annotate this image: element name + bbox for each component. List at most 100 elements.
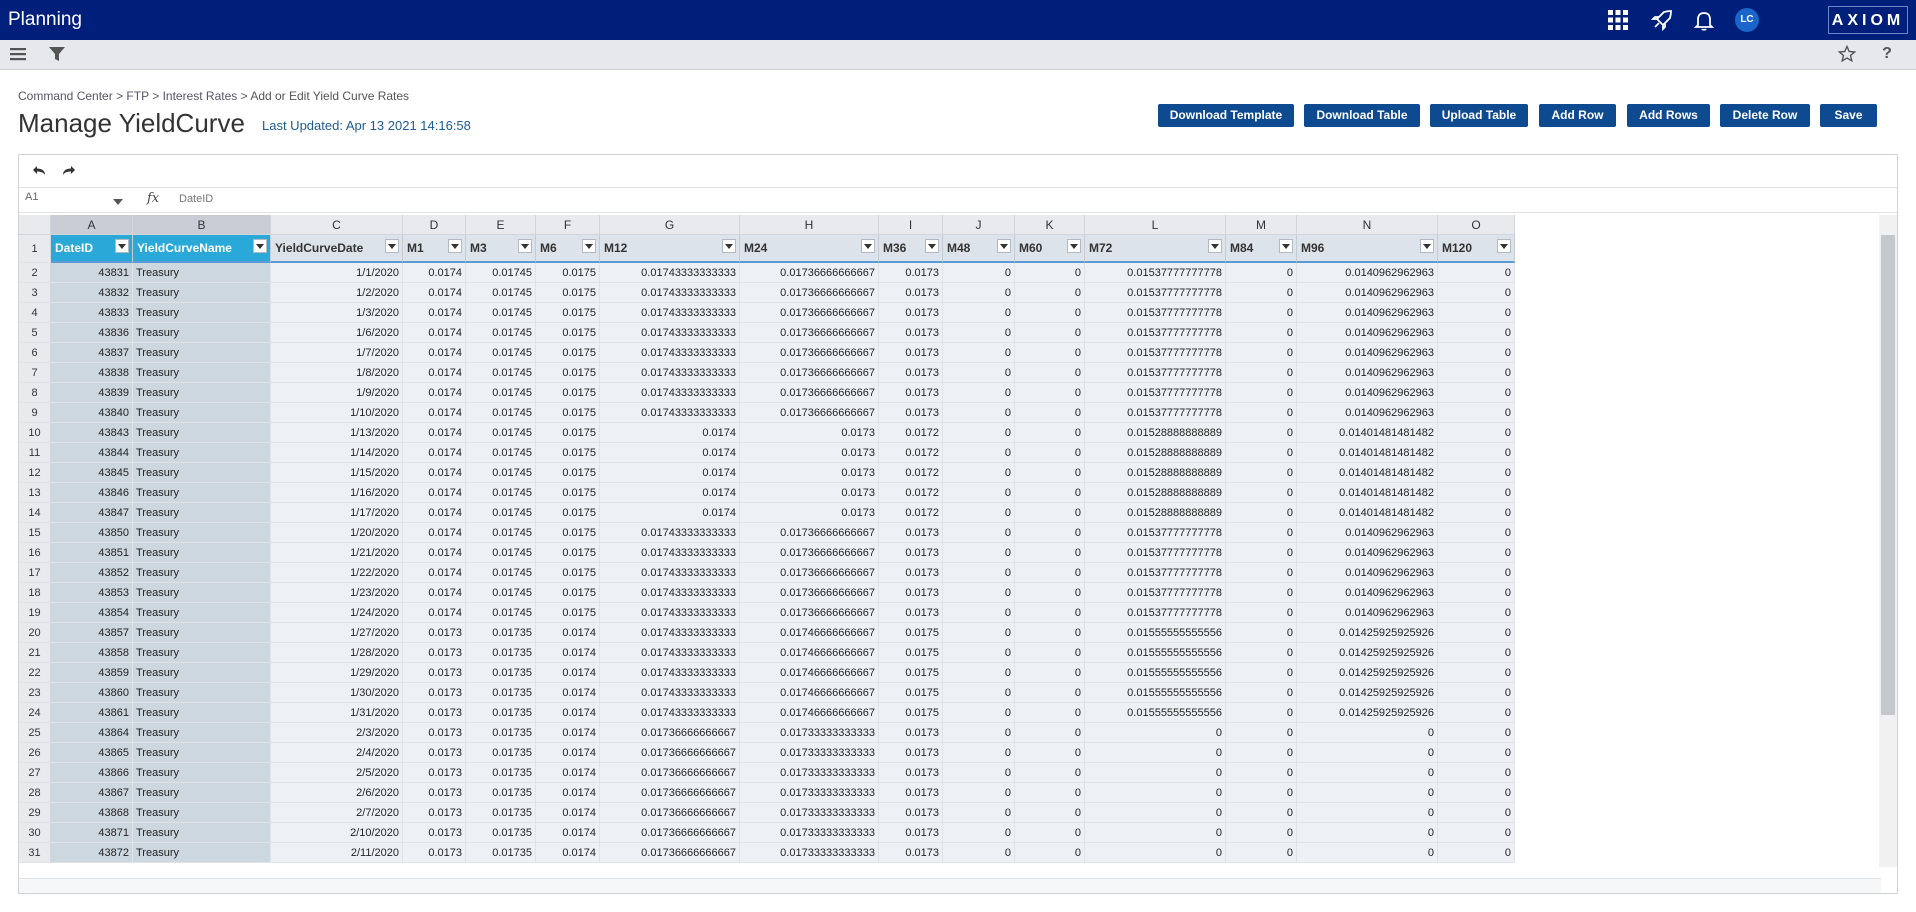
table-cell[interactable]: 0 — [1015, 583, 1085, 603]
table-cell[interactable]: 0.01733333333333 — [740, 843, 879, 863]
table-cell[interactable]: 0.01537777777778 — [1085, 263, 1226, 283]
table-cell[interactable]: 0.01743333333333 — [600, 623, 740, 643]
table-cell[interactable]: 0.01735 — [466, 683, 536, 703]
table-cell[interactable]: 0.01528888888889 — [1085, 503, 1226, 523]
table-cell[interactable]: 0 — [943, 343, 1015, 363]
row-header[interactable]: 8 — [19, 383, 51, 403]
table-cell[interactable]: 0.01743333333333 — [600, 543, 740, 563]
table-cell[interactable]: 0 — [1085, 803, 1226, 823]
row-header[interactable]: 14 — [19, 503, 51, 523]
table-cell[interactable]: 0 — [1226, 283, 1297, 303]
table-cell[interactable]: 0 — [1297, 843, 1438, 863]
table-cell[interactable]: 0.01735 — [466, 843, 536, 863]
table-cell[interactable]: 0.0174 — [536, 723, 600, 743]
table-cell[interactable]: 0.01537777777778 — [1085, 343, 1226, 363]
table-cell[interactable]: 0.0172 — [879, 423, 943, 443]
table-cell[interactable]: 0.0174 — [600, 503, 740, 523]
table-cell[interactable]: 0.0173 — [879, 303, 943, 323]
column-header-g[interactable]: G — [600, 215, 740, 235]
add-rows-button[interactable]: Add Rows — [1627, 104, 1710, 127]
table-cell[interactable]: 43836 — [51, 323, 133, 343]
table-cell[interactable]: 0 — [1015, 323, 1085, 343]
row-header[interactable]: 5 — [19, 323, 51, 343]
table-cell[interactable]: 0.01745 — [466, 443, 536, 463]
table-cell[interactable]: 1/1/2020 — [271, 263, 403, 283]
table-cell[interactable]: 0.0172 — [879, 503, 943, 523]
table-cell[interactable]: 0 — [943, 283, 1015, 303]
table-cell[interactable]: 43859 — [51, 663, 133, 683]
table-cell[interactable]: 0 — [1438, 743, 1515, 763]
table-cell[interactable]: 0 — [943, 623, 1015, 643]
filter-dropdown-icon[interactable] — [448, 239, 462, 253]
table-cell[interactable]: 0.0174 — [403, 523, 466, 543]
table-cell[interactable]: 0.0173 — [879, 343, 943, 363]
table-cell[interactable]: 0.0174 — [536, 683, 600, 703]
table-cell[interactable]: 0 — [943, 503, 1015, 523]
table-cell[interactable]: 0 — [1015, 463, 1085, 483]
table-cell[interactable]: Treasury — [133, 523, 271, 543]
table-cell[interactable]: 0 — [1297, 743, 1438, 763]
filter-dropdown-icon[interactable] — [1279, 239, 1293, 253]
table-cell[interactable]: 43843 — [51, 423, 133, 443]
table-cell[interactable]: 0.0173 — [403, 823, 466, 843]
table-cell[interactable]: 0.0173 — [879, 823, 943, 843]
field-header-m84[interactable]: M84 — [1226, 235, 1297, 263]
table-cell[interactable]: 0 — [1438, 703, 1515, 723]
table-cell[interactable]: 0.01743333333333 — [600, 343, 740, 363]
table-cell[interactable]: 0.0174 — [536, 763, 600, 783]
table-cell[interactable]: 0 — [1015, 443, 1085, 463]
name-box[interactable]: A1 — [25, 191, 38, 203]
table-cell[interactable]: 0.0173 — [879, 263, 943, 283]
table-cell[interactable]: 43832 — [51, 283, 133, 303]
table-cell[interactable]: 0.0173 — [879, 603, 943, 623]
table-cell[interactable]: 43866 — [51, 763, 133, 783]
help-icon[interactable]: ? — [1878, 45, 1896, 63]
table-cell[interactable]: 1/9/2020 — [271, 383, 403, 403]
table-cell[interactable]: 0.0174 — [403, 483, 466, 503]
table-cell[interactable]: 0 — [1438, 803, 1515, 823]
table-cell[interactable]: 0 — [1085, 783, 1226, 803]
table-cell[interactable]: 0.0175 — [536, 563, 600, 583]
scroll-thumb[interactable] — [1881, 235, 1895, 715]
column-header-n[interactable]: N — [1297, 215, 1438, 235]
table-cell[interactable]: 0 — [1438, 683, 1515, 703]
table-cell[interactable]: 0 — [943, 603, 1015, 623]
table-cell[interactable]: 0.0140962962963 — [1297, 523, 1438, 543]
table-cell[interactable]: Treasury — [133, 443, 271, 463]
table-cell[interactable]: 0.0173 — [403, 783, 466, 803]
table-cell[interactable]: 0.0173 — [403, 663, 466, 683]
table-cell[interactable]: 0.01537777777778 — [1085, 323, 1226, 343]
table-cell[interactable]: 0.0175 — [536, 363, 600, 383]
table-cell[interactable]: 0 — [1015, 543, 1085, 563]
table-cell[interactable]: 0.0174 — [403, 283, 466, 303]
table-cell[interactable]: 0.0140962962963 — [1297, 363, 1438, 383]
table-cell[interactable]: 0.01745 — [466, 403, 536, 423]
table-cell[interactable]: 0.01537777777778 — [1085, 563, 1226, 583]
table-cell[interactable]: 43853 — [51, 583, 133, 603]
table-cell[interactable]: 0.01745 — [466, 323, 536, 343]
table-cell[interactable]: 0.0174 — [403, 403, 466, 423]
table-cell[interactable]: 0.0173 — [879, 403, 943, 423]
table-cell[interactable]: 0 — [1438, 663, 1515, 683]
table-cell[interactable]: 0 — [1226, 483, 1297, 503]
table-cell[interactable]: 0 — [943, 583, 1015, 603]
table-cell[interactable]: 0.0175 — [536, 403, 600, 423]
table-cell[interactable]: 0.0175 — [536, 323, 600, 343]
table-cell[interactable]: 0 — [1015, 483, 1085, 503]
table-cell[interactable]: Treasury — [133, 623, 271, 643]
table-cell[interactable]: 0.01746666666667 — [740, 623, 879, 643]
table-cell[interactable]: Treasury — [133, 803, 271, 823]
breadcrumb-ftp[interactable]: FTP — [126, 89, 148, 103]
table-cell[interactable]: 0.01555555555556 — [1085, 703, 1226, 723]
table-cell[interactable]: 0.0140962962963 — [1297, 603, 1438, 623]
row-header[interactable]: 30 — [19, 823, 51, 843]
table-cell[interactable]: 0.01746666666667 — [740, 703, 879, 723]
table-cell[interactable]: 0.01743333333333 — [600, 663, 740, 683]
table-cell[interactable]: 43858 — [51, 643, 133, 663]
table-cell[interactable]: 0.0173 — [403, 623, 466, 643]
table-cell[interactable]: 0.0174 — [403, 503, 466, 523]
table-cell[interactable]: 0.01745 — [466, 483, 536, 503]
table-cell[interactable]: Treasury — [133, 583, 271, 603]
table-cell[interactable]: Treasury — [133, 383, 271, 403]
table-cell[interactable]: 0 — [1226, 663, 1297, 683]
